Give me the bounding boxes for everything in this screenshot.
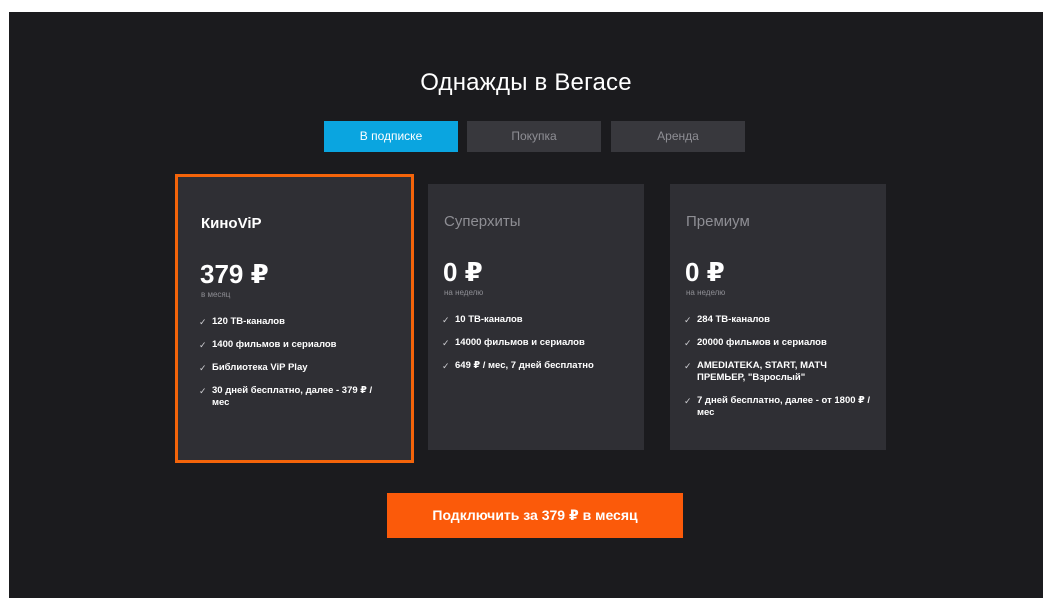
check-icon: ✓ xyxy=(199,317,207,327)
plan-card-superhits[interactable]: Суперхиты 0 ₽ на неделю ✓ 10 ТВ-каналов ✓… xyxy=(428,184,644,450)
plan-name: Премиум xyxy=(686,213,750,230)
plan-price: 0 ₽ xyxy=(685,257,725,287)
feature-item: ✓ 20000 фильмов и сериалов xyxy=(684,337,874,349)
feature-item: ✓ Библиотека ViP Play xyxy=(199,362,389,374)
check-icon: ✓ xyxy=(442,315,450,325)
plan-name: КиноViP xyxy=(201,215,262,232)
plan-features: ✓ 10 ТВ-каналов ✓ 14000 фильмов и сериалов… xyxy=(442,314,632,383)
check-icon: ✓ xyxy=(442,361,450,371)
feature-item: ✓ 284 ТВ-каналов xyxy=(684,314,874,326)
plan-card-premium[interactable]: Премиум 0 ₽ на неделю ✓ 284 ТВ-каналов ✓ 2… xyxy=(670,184,886,450)
plan-period: в месяц xyxy=(201,290,231,299)
feature-text: 649 ₽ / мес, 7 дней бесплатно xyxy=(455,360,594,371)
feature-text: Библиотека ViP Play xyxy=(212,362,308,373)
feature-item: ✓ 10 ТВ-каналов xyxy=(442,314,632,326)
plan-name: Суперхиты xyxy=(444,213,521,230)
check-icon: ✓ xyxy=(684,361,692,371)
subscribe-button[interactable]: Подключить за 379 ₽ в месяц xyxy=(387,493,683,538)
check-icon: ✓ xyxy=(199,363,207,373)
feature-text: 20000 фильмов и сериалов xyxy=(697,337,827,348)
feature-item: ✓ 30 дней бесплатно, далее - 379 ₽ / мес xyxy=(199,385,389,409)
feature-item: ✓ 7 дней бесплатно, далее - от 1800 ₽ / м… xyxy=(684,395,874,419)
check-icon: ✓ xyxy=(684,338,692,348)
feature-text: AMEDIATEKA, START, МАТЧ ПРЕМЬЕР, "Взросл… xyxy=(697,360,827,383)
feature-text: 120 ТВ-каналов xyxy=(212,316,285,327)
plan-card-kinovip[interactable]: КиноViP 379 ₽ в месяц ✓ 120 ТВ-каналов ✓ 1… xyxy=(175,174,414,463)
plan-features: ✓ 120 ТВ-каналов ✓ 1400 фильмов и сериалов… xyxy=(199,316,389,420)
check-icon: ✓ xyxy=(199,340,207,350)
tab-rent[interactable]: Аренда xyxy=(611,121,745,152)
plan-features: ✓ 284 ТВ-каналов ✓ 20000 фильмов и сериало… xyxy=(684,314,874,430)
feature-item: ✓ 1400 фильмов и сериалов xyxy=(199,339,389,351)
movie-title: Однажды в Вегасе xyxy=(420,69,632,96)
feature-text: 14000 фильмов и сериалов xyxy=(455,337,585,348)
plan-period: на неделю xyxy=(686,288,726,297)
feature-text: 284 ТВ-каналов xyxy=(697,314,770,325)
feature-item: ✓ AMEDIATEKA, START, МАТЧ ПРЕМЬЕР, "Взрос… xyxy=(684,360,874,384)
tab-purchase[interactable]: Покупка xyxy=(467,121,601,152)
feature-item: ✓ 120 ТВ-каналов xyxy=(199,316,389,328)
feature-text: 30 дней бесплатно, далее - 379 ₽ / мес xyxy=(212,385,373,408)
tab-subscription[interactable]: В подписке xyxy=(324,121,458,152)
tv-screen: Однажды в Вегасе В подписке Покупка Арен… xyxy=(9,12,1043,598)
feature-item: ✓ 14000 фильмов и сериалов xyxy=(442,337,632,349)
purchase-tabs: В подписке Покупка Аренда xyxy=(9,121,1043,152)
plan-price: 379 ₽ xyxy=(200,259,269,289)
check-icon: ✓ xyxy=(684,315,692,325)
plan-price: 0 ₽ xyxy=(443,257,483,287)
feature-text: 1400 фильмов и сериалов xyxy=(212,339,337,350)
feature-text: 10 ТВ-каналов xyxy=(455,314,523,325)
plan-period: на неделю xyxy=(444,288,484,297)
feature-item: ✓ 649 ₽ / мес, 7 дней бесплатно xyxy=(442,360,632,372)
check-icon: ✓ xyxy=(442,338,450,348)
check-icon: ✓ xyxy=(684,396,692,406)
feature-text: 7 дней бесплатно, далее - от 1800 ₽ / ме… xyxy=(697,395,871,418)
check-icon: ✓ xyxy=(199,386,207,396)
